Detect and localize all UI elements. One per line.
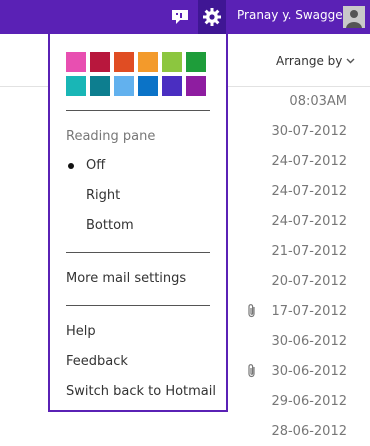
menu-divider (66, 252, 210, 253)
theme-swatch[interactable] (66, 52, 86, 72)
theme-swatch[interactable] (186, 52, 206, 72)
chevron-down-icon (346, 58, 355, 64)
message-date: 30-06-2012 (271, 333, 347, 349)
theme-swatch[interactable] (114, 52, 134, 72)
message-date: 30-06-2012 (271, 363, 347, 379)
help-link[interactable]: Help (66, 324, 96, 339)
message-date: 24-07-2012 (271, 213, 347, 229)
theme-swatch[interactable] (162, 52, 182, 72)
message-date: 24-07-2012 (271, 153, 347, 169)
reading-pane-heading: Reading pane (66, 129, 156, 144)
theme-swatch[interactable] (114, 76, 134, 96)
message-date: 29-06-2012 (271, 393, 347, 409)
message-date: 28-06-2012 (271, 423, 347, 439)
reading-pane-right[interactable]: Right (86, 188, 120, 203)
message-date: 30-07-2012 (271, 123, 347, 139)
switch-back-link[interactable]: Switch back to Hotmail (66, 384, 216, 399)
reading-pane-off[interactable]: Off (86, 158, 105, 173)
gear-icon (203, 8, 221, 26)
theme-swatch[interactable] (90, 52, 110, 72)
arrange-by-label: Arrange by (276, 54, 343, 68)
messaging-icon[interactable] (168, 5, 192, 29)
theme-swatch[interactable] (138, 52, 158, 72)
theme-swatch[interactable] (90, 76, 110, 96)
user-name[interactable]: Pranay y. Swagger (237, 8, 348, 22)
avatar[interactable] (343, 6, 365, 28)
theme-swatch[interactable] (138, 76, 158, 96)
selected-bullet (68, 163, 74, 169)
attachment-icon (246, 303, 258, 323)
theme-swatch[interactable] (162, 76, 182, 96)
message-date: 21-07-2012 (271, 243, 347, 259)
menu-divider (66, 305, 210, 306)
message-dates: 08:03AM 30-07-2012 24-07-2012 24-07-2012 24-… (271, 86, 347, 446)
message-date: 20-07-2012 (271, 273, 347, 289)
arrange-by-dropdown[interactable]: Arrange by (276, 54, 355, 68)
settings-menu: Reading pane Off Right Bottom More mail … (48, 34, 228, 412)
theme-swatch[interactable] (186, 76, 206, 96)
settings-button[interactable] (198, 0, 226, 34)
attachment-icon (246, 363, 258, 383)
more-mail-settings-link[interactable]: More mail settings (66, 271, 186, 286)
message-date: 08:03AM (289, 93, 347, 109)
message-date: 24-07-2012 (271, 183, 347, 199)
top-bar: Pranay y. Swagger (0, 0, 370, 34)
feedback-link[interactable]: Feedback (66, 354, 128, 369)
menu-divider (66, 110, 210, 111)
reading-pane-bottom[interactable]: Bottom (86, 218, 134, 233)
message-date: 17-07-2012 (271, 303, 347, 319)
theme-swatch[interactable] (66, 76, 86, 96)
theme-swatches (66, 52, 206, 96)
